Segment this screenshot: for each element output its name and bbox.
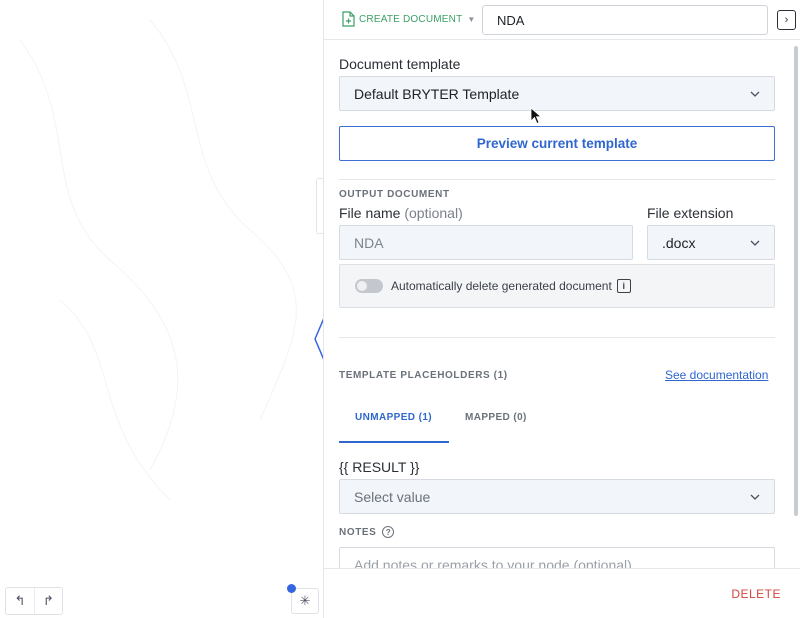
redo-icon: ↱ [43,593,54,608]
see-documentation-link[interactable]: See documentation [665,368,768,382]
divider [339,179,775,180]
chevron-down-icon [750,91,760,97]
notes-title: NOTES [339,526,377,538]
file-name-label: File name (optional) [339,205,463,221]
auto-delete-label: Automatically delete generated document [391,279,612,293]
file-extension-value: .docx [662,234,696,251]
file-extension-label: File extension [647,205,734,221]
node-type-label: CREATE DOCUMENT [359,13,463,25]
tab-mapped[interactable]: MAPPED (0) [465,412,527,423]
file-name-placeholder: NDA [354,234,384,251]
node-settings-panel: CREATE DOCUMENT ▼ › Document template De… [323,0,800,618]
chevron-down-icon [750,240,760,246]
node-title-input[interactable] [482,5,768,35]
fit-view-button[interactable]: ✳ [291,588,319,614]
canvas-background [19,19,297,501]
template-select-value: Default BRYTER Template [354,85,520,102]
help-icon[interactable]: ? [382,526,395,538]
panel-content[interactable]: Document template Default BRYTER Templat… [339,40,775,568]
auto-delete-option: Automatically delete generated document … [339,264,775,308]
template-label: Document template [339,56,461,72]
file-extension-select[interactable]: .docx [647,225,775,260]
placeholder-select-text: Select value [354,488,431,505]
auto-delete-toggle[interactable] [355,279,383,293]
info-icon[interactable]: i [616,279,631,293]
asterisk-icon: ✳ [299,593,311,608]
output-section-title: OUTPUT DOCUMENT [339,189,450,200]
undo-button[interactable]: ↰ [6,588,34,614]
chevron-down-icon [750,494,760,500]
notes-placeholder: Add notes or remarks to your node (optio… [354,557,632,568]
placeholders-section-title: TEMPLATE PLACEHOLDERS (1) [339,370,508,381]
redo-button[interactable]: ↱ [34,588,62,614]
notes-textarea[interactable]: Add notes or remarks to your node (optio… [339,547,775,568]
optional-hint: (optional) [404,205,463,221]
mouse-cursor-icon [530,107,542,125]
panel-header: CREATE DOCUMENT ▼ › [324,0,800,40]
history-controls: ↰ ↱ [5,587,63,615]
template-select[interactable]: Default BRYTER Template [339,76,775,111]
divider [339,337,775,338]
file-name-input[interactable]: NDA [339,225,633,260]
flow-canvas[interactable]: ↰ ↱ ✳ [0,0,325,618]
chevron-right-icon: › [784,14,789,26]
delete-button[interactable]: DELETE [731,587,781,601]
preview-template-button[interactable]: Preview current template [339,126,775,161]
panel-scrollbar[interactable] [792,40,800,568]
document-add-icon [342,11,355,27]
active-tab-indicator [339,441,449,443]
undo-icon: ↰ [14,593,26,608]
tab-unmapped[interactable]: UNMAPPED (1) [355,412,432,423]
panel-footer: DELETE [324,568,800,618]
collapse-panel-button[interactable]: › [777,10,796,30]
scrollbar-thumb[interactable] [794,46,798,516]
caret-down-icon: ▼ [467,14,476,24]
placeholder-label: {{ RESULT }} [339,459,420,475]
file-name-label-text: File name [339,205,401,221]
notes-heading: NOTES ? [339,526,395,538]
placeholder-value-select[interactable]: Select value [339,479,775,514]
notification-dot [287,584,296,593]
node-type-dropdown[interactable]: CREATE DOCUMENT ▼ [342,11,476,27]
